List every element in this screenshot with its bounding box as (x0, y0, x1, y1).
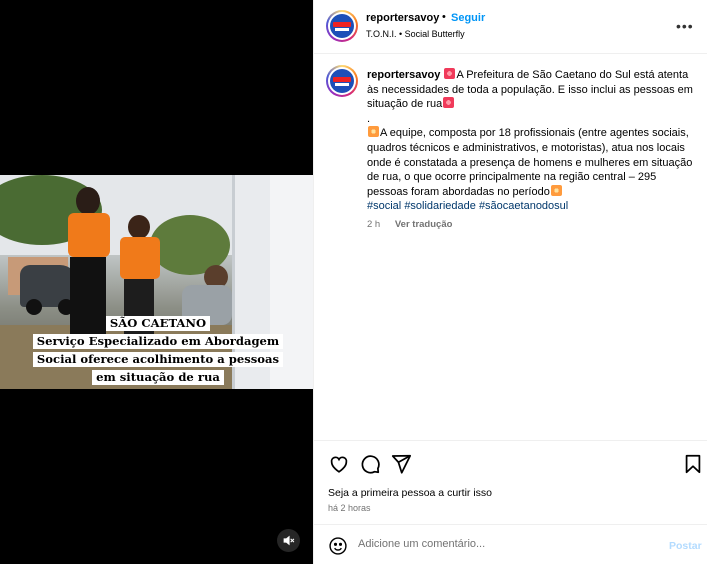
caption-comment: reportersavoy A Prefeitura de São Caetan… (314, 55, 707, 440)
caption-title: SÃO CAETANO (105, 316, 211, 331)
hashtag-link[interactable]: #solidariedade (404, 200, 476, 212)
add-comment-bar: Postar (314, 524, 707, 564)
caption-username-link[interactable]: reportersavoy (367, 69, 440, 81)
translate-link[interactable]: Ver tradução (395, 219, 453, 230)
post-photo: SÃO CAETANO Serviço Especializado em Abo… (0, 175, 313, 389)
comment-input[interactable] (358, 538, 638, 550)
post-header: reportersavoy • Seguir T.O.N.I. • Social… (314, 0, 707, 54)
share-icon[interactable] (390, 453, 412, 475)
heart-icon[interactable] (328, 453, 350, 475)
sparkle-emoji-icon (444, 68, 456, 79)
header-subtitle[interactable]: T.O.N.I. • Social Butterfly (366, 29, 465, 39)
caption-line: Social oferece acolhimento a pessoas (32, 352, 284, 367)
more-options-icon[interactable]: ••• (676, 18, 694, 34)
separator-dot: • (442, 11, 446, 23)
caption-dot: . (367, 112, 371, 125)
sparkle-emoji-icon (443, 97, 455, 109)
caption-paragraph: A equipe, composta por 18 profissionais … (367, 127, 693, 198)
speaker-muted-icon[interactable] (277, 529, 300, 552)
video-caption: SÃO CAETANO Serviço Especializado em Abo… (30, 314, 286, 386)
hashtag-link[interactable]: #social (367, 200, 401, 212)
caption-meta: 2 h Ver tradução (367, 219, 452, 230)
follow-button[interactable]: Seguir (451, 12, 485, 24)
action-bar: Seja a primeira pessoa a curtir isso há … (314, 440, 707, 524)
caption-line: Serviço Especializado em Abordagem (32, 334, 284, 349)
post-timestamp[interactable]: há 2 horas (328, 503, 371, 513)
caption-line: em situação de rua (92, 370, 224, 385)
emoji-icon[interactable] (328, 536, 348, 556)
star-emoji-icon (368, 126, 379, 138)
caption-text: reportersavoy A Prefeitura de São Caetan… (367, 68, 695, 214)
avatar[interactable] (326, 65, 358, 97)
avatar[interactable] (326, 10, 358, 42)
bookmark-icon[interactable] (682, 453, 704, 475)
likes-summary[interactable]: Seja a primeira pessoa a curtir isso (328, 487, 492, 499)
comment-icon[interactable] (359, 453, 381, 475)
post-details-panel: reportersavoy • Seguir T.O.N.I. • Social… (313, 0, 707, 564)
username-link[interactable]: reportersavoy (366, 12, 439, 24)
post-age: 2 h (367, 219, 381, 230)
post-comment-button[interactable]: Postar (669, 540, 702, 552)
hashtag-link[interactable]: #sãocaetanodosul (479, 200, 568, 212)
post-media[interactable]: SÃO CAETANO Serviço Especializado em Abo… (0, 0, 313, 564)
star-emoji-icon (550, 184, 562, 196)
